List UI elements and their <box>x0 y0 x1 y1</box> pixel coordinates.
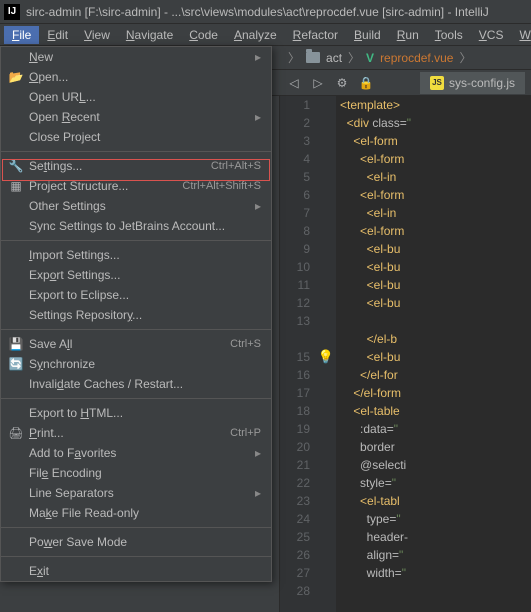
breadcrumb-folder[interactable]: act <box>326 51 342 65</box>
menu-item-label: Print... <box>25 426 230 440</box>
titlebar: IJ sirc-admin [F:\sirc-admin] - ...\src\… <box>0 0 531 24</box>
menu-item-label: Export to Eclipse... <box>25 288 261 302</box>
menu-item-icon: 💾 <box>7 337 25 351</box>
menu-item-label: Export Settings... <box>25 268 261 282</box>
menu-item[interactable]: Import Settings... <box>1 245 271 265</box>
menu-item-label: New <box>25 50 251 64</box>
file-menu-dropdown: New ▸ 📂Open... Open URL... Open Recent ▸ Close… <box>0 46 272 582</box>
menu-item[interactable]: Other Settings ▸ <box>1 196 271 216</box>
menu-build[interactable]: Build <box>346 26 389 44</box>
menu-navigate[interactable]: Navigate <box>118 26 181 44</box>
menu-item[interactable]: Add to Favorites ▸ <box>1 443 271 463</box>
gear-icon[interactable]: ⚙ <box>334 75 350 91</box>
menu-item-label: Close Project <box>25 130 261 144</box>
breadcrumb-file[interactable]: reprocdef.vue <box>380 51 453 65</box>
menu-item[interactable]: Make File Read-only <box>1 503 271 523</box>
menu-item-label: Open URL... <box>25 90 261 104</box>
chevron-icon: 〉 <box>459 49 471 66</box>
menu-item[interactable]: ▦Project Structure...Ctrl+Alt+Shift+S <box>1 176 271 196</box>
menu-item-label: File Encoding <box>25 466 261 480</box>
icon-gutter: 💡 <box>316 96 336 612</box>
menu-item[interactable]: New ▸ <box>1 47 271 67</box>
menu-item[interactable]: Power Save Mode <box>1 532 271 552</box>
menu-item-label: Settings... <box>25 159 211 173</box>
menu-edit[interactable]: Edit <box>39 26 76 44</box>
menu-windo[interactable]: Windo <box>511 26 531 44</box>
submenu-arrow-icon: ▸ <box>255 110 261 124</box>
menu-code[interactable]: Code <box>181 26 226 44</box>
submenu-arrow-icon: ▸ <box>255 199 261 213</box>
menu-item-icon: 🔄 <box>7 357 25 371</box>
submenu-arrow-icon: ▸ <box>255 50 261 64</box>
menu-shortcut: Ctrl+P <box>230 427 261 439</box>
menu-item-label: Import Settings... <box>25 248 261 262</box>
menu-item[interactable]: Line Separators ▸ <box>1 483 271 503</box>
menu-item-icon: ▦ <box>7 179 25 193</box>
menu-item[interactable]: 🔄Synchronize <box>1 354 271 374</box>
menu-item[interactable]: 📂Open... <box>1 67 271 87</box>
menu-item[interactable]: Export to HTML... <box>1 403 271 423</box>
menu-item[interactable]: Sync Settings to JetBrains Account... <box>1 216 271 236</box>
menu-item[interactable]: 🔧Settings...Ctrl+Alt+S <box>1 156 271 176</box>
menu-item-label: Add to Favorites <box>25 446 251 460</box>
menu-run[interactable]: Run <box>389 26 427 44</box>
bulb-icon[interactable]: 💡 <box>318 349 334 365</box>
menu-item-label: Save All <box>25 337 230 351</box>
menu-item-label: Open... <box>25 70 261 84</box>
menu-item-label: Other Settings <box>25 199 251 213</box>
back-icon[interactable]: ◁ <box>286 75 302 91</box>
menu-item[interactable]: Invalidate Caches / Restart... <box>1 374 271 394</box>
menu-item[interactable]: Exit <box>1 561 271 581</box>
menu-analyze[interactable]: Analyze <box>226 26 285 44</box>
menu-file[interactable]: File <box>4 26 39 44</box>
menu-item[interactable]: Close Project <box>1 127 271 147</box>
menubar: FileEditViewNavigateCodeAnalyzeRefactorB… <box>0 24 531 46</box>
menu-item-icon: 🔧 <box>7 159 25 173</box>
menu-item-label: Export to HTML... <box>25 406 261 420</box>
menu-item-label: Project Structure... <box>25 179 182 193</box>
menu-item-label: Settings Repository... <box>25 308 261 322</box>
menu-item[interactable]: Export to Eclipse... <box>1 285 271 305</box>
editor-tab[interactable]: JS sys-config.js <box>419 72 525 94</box>
menu-item-label: Sync Settings to JetBrains Account... <box>25 219 261 233</box>
vue-icon: V <box>366 51 374 65</box>
menu-item[interactable]: File Encoding <box>1 463 271 483</box>
menu-item-label: Exit <box>25 564 261 578</box>
menu-vcs[interactable]: VCS <box>471 26 512 44</box>
menu-view[interactable]: View <box>76 26 118 44</box>
js-icon: JS <box>430 76 444 90</box>
tab-label: sys-config.js <box>449 76 515 90</box>
menu-item[interactable]: Export Settings... <box>1 265 271 285</box>
forward-icon[interactable]: ▷ <box>310 75 326 91</box>
menu-item-label: Power Save Mode <box>25 535 261 549</box>
menu-item[interactable]: 🖨Print...Ctrl+P <box>1 423 271 443</box>
lock-icon[interactable]: 🔒 <box>358 75 374 91</box>
menu-item-label: Make File Read-only <box>25 506 261 520</box>
submenu-arrow-icon: ▸ <box>255 486 261 500</box>
chevron-icon: 〉 <box>348 49 360 66</box>
gutter: 1234567891011121315161718192021222324252… <box>280 96 316 612</box>
menu-item[interactable]: 💾Save AllCtrl+S <box>1 334 271 354</box>
menu-shortcut: Ctrl+S <box>230 338 261 350</box>
menu-item-label: Line Separators <box>25 486 251 500</box>
menu-shortcut: Ctrl+Alt+S <box>211 160 261 172</box>
folder-icon <box>306 52 320 63</box>
menu-item-icon: 📂 <box>7 70 25 84</box>
menu-item[interactable]: Settings Repository... <box>1 305 271 325</box>
menu-item[interactable]: Open Recent ▸ <box>1 107 271 127</box>
app-icon: IJ <box>4 4 20 20</box>
chevron-icon: 〉 <box>288 49 300 66</box>
menu-refactor[interactable]: Refactor <box>285 26 346 44</box>
menu-item-icon: 🖨 <box>7 426 25 440</box>
menu-item-label: Open Recent <box>25 110 251 124</box>
menu-tools[interactable]: Tools <box>427 26 471 44</box>
titlebar-text: sirc-admin [F:\sirc-admin] - ...\src\vie… <box>26 5 489 19</box>
submenu-arrow-icon: ▸ <box>255 446 261 460</box>
menu-item[interactable]: Open URL... <box>1 87 271 107</box>
code-editor[interactable]: <template> <div class=" <el-form <el-for… <box>336 96 531 612</box>
menu-item-label: Synchronize <box>25 357 261 371</box>
menu-shortcut: Ctrl+Alt+Shift+S <box>182 180 261 192</box>
menu-item-label: Invalidate Caches / Restart... <box>25 377 261 391</box>
editor-tabs: JS sys-config.js <box>419 72 525 94</box>
